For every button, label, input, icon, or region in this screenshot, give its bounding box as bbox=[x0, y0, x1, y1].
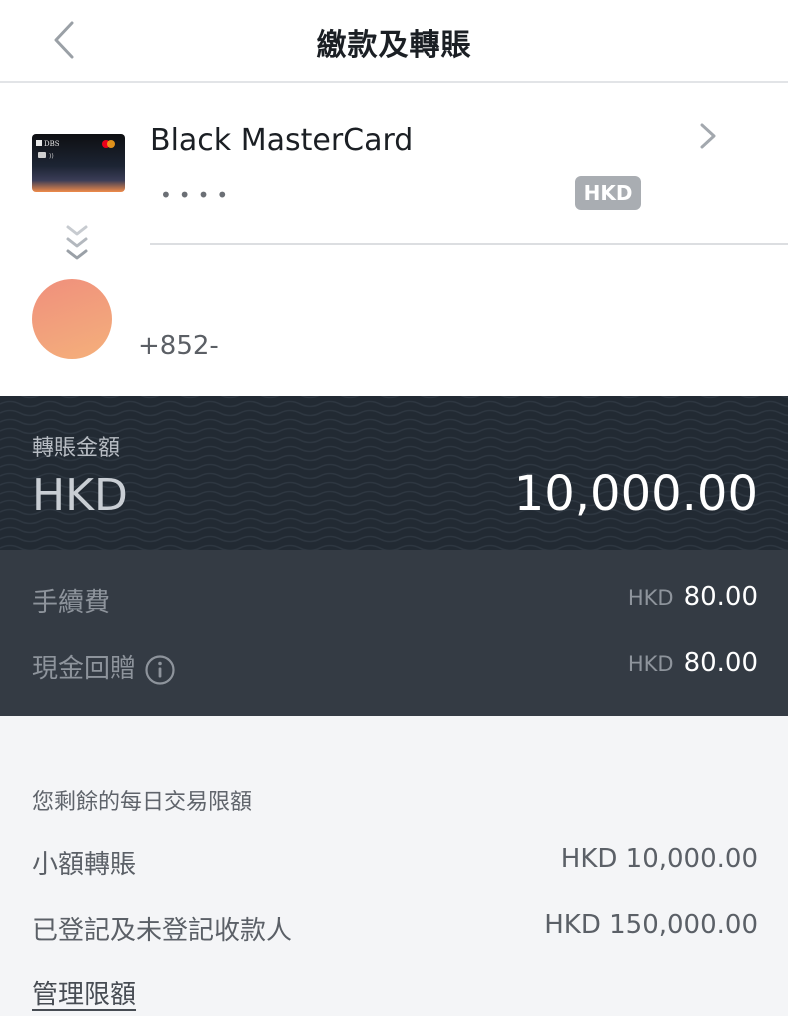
top-bar: 繳款及轉賬 bbox=[0, 0, 788, 83]
fee-value: 80.00 bbox=[683, 582, 758, 612]
limit-label: 已登記及未登記收款人 bbox=[32, 916, 293, 946]
select-card-button[interactable] bbox=[698, 121, 718, 151]
fee-label: 手續費 bbox=[32, 588, 111, 618]
cashback-currency: HKD bbox=[627, 652, 674, 676]
cashback-row: 現金回贈 HKD 80.00 bbox=[0, 648, 788, 688]
card-masked-number: •••• bbox=[160, 183, 236, 207]
limits-title: 您剩餘的每日交易限額 bbox=[32, 790, 253, 815]
cashback-label-text: 現金回贈 bbox=[32, 654, 137, 684]
cashback-amount: HKD 80.00 bbox=[628, 648, 758, 678]
recipient-avatar bbox=[32, 279, 112, 359]
daily-limits-panel: 您剩餘的每日交易限額 小額轉賬 HKD 10,000.00 已登記及未登記收款人… bbox=[0, 716, 788, 1016]
card-brand-text: DBS bbox=[44, 140, 60, 148]
transfer-parties: DBS )) Black MasterCard •••• HKD +852- bbox=[0, 85, 788, 395]
limit-value: HKD 10,000.00 bbox=[560, 844, 758, 874]
fees-panel: 手續費 HKD 80.00 現金回贈 HKD 80.00 bbox=[0, 550, 788, 716]
fee-amount: HKD 80.00 bbox=[628, 582, 758, 612]
transfer-amount-panel: 轉賬金額 HKD 10,000.00 bbox=[0, 396, 788, 550]
chevron-right-icon bbox=[700, 123, 716, 149]
manage-limits-link[interactable]: 管理限額 bbox=[32, 974, 136, 1011]
fee-row: 手續費 HKD 80.00 bbox=[0, 582, 788, 622]
info-icon[interactable] bbox=[144, 654, 176, 686]
page-title: 繳款及轉賬 bbox=[316, 28, 472, 63]
fee-currency: HKD bbox=[627, 586, 674, 610]
credit-card-image: DBS )) bbox=[32, 134, 125, 192]
cashback-value: 80.00 bbox=[683, 648, 758, 678]
card-name: Black MasterCard bbox=[150, 123, 414, 158]
svg-text:)): )) bbox=[49, 153, 54, 160]
limit-row: 已登記及未登記收款人 HKD 150,000.00 bbox=[0, 910, 788, 950]
divider bbox=[150, 243, 788, 245]
limit-value: HKD 150,000.00 bbox=[544, 910, 758, 940]
transfer-currency: HKD bbox=[32, 470, 128, 521]
currency-badge: HKD bbox=[575, 176, 641, 210]
transfer-amount-label: 轉賬金額 bbox=[32, 436, 121, 461]
chevron-double-down-icon bbox=[66, 225, 88, 260]
limit-label: 小額轉賬 bbox=[32, 850, 137, 880]
limit-row: 小額轉賬 HKD 10,000.00 bbox=[0, 844, 788, 884]
cashback-label: 現金回贈 bbox=[32, 648, 176, 686]
transfer-amount-value: 10,000.00 bbox=[513, 466, 758, 522]
recipient-phone: +852- bbox=[138, 331, 219, 361]
